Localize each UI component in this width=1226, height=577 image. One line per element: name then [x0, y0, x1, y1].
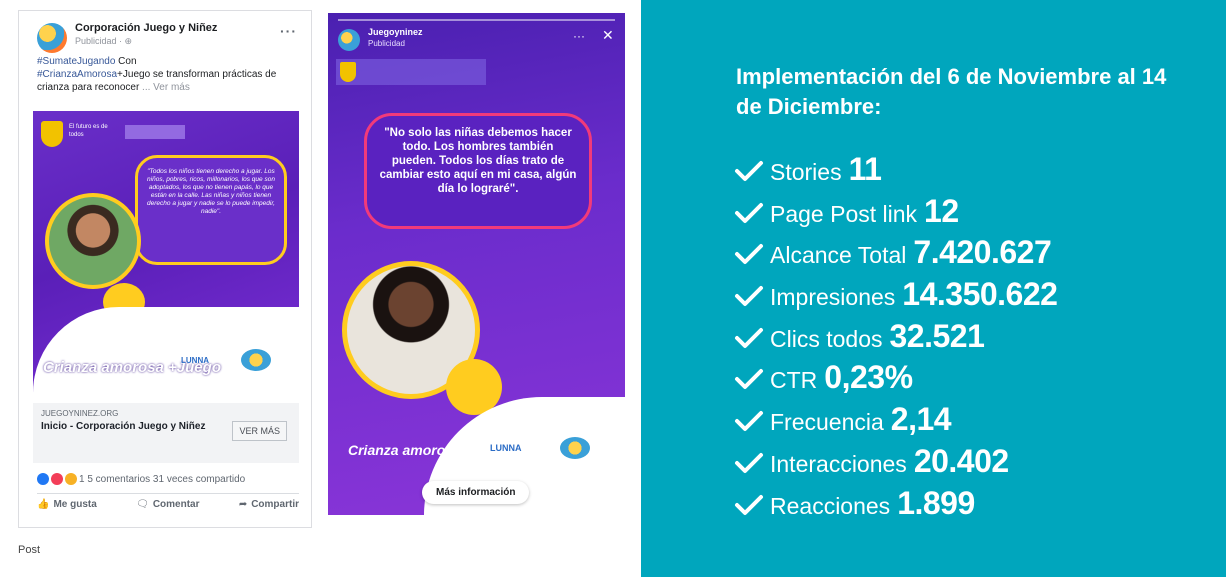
- metrics-list: Stories 11 Page Post link 12 Alcance Total 7.…: [734, 151, 1058, 527]
- see-more-link[interactable]: ... Ver más: [139, 82, 190, 93]
- comment-label: Comentar: [152, 499, 200, 510]
- instagram-story-mockup[interactable]: Juegoyninez Publicidad ··· ✕ "No solo la…: [328, 13, 625, 515]
- gov-banner: [125, 125, 185, 139]
- colombia-crest-icon: [340, 62, 356, 82]
- metric-value: 14.350.622: [902, 276, 1058, 313]
- juego-ninez-logo: [560, 437, 590, 459]
- comment-icon: 🗨: [136, 499, 149, 510]
- metric-item: Page Post link 12: [734, 193, 1057, 235]
- metric-label: Stories: [770, 159, 842, 185]
- metric-label: Alcance Total: [770, 242, 907, 269]
- link-preview[interactable]: JUEGOYNINEZ.ORG Inicio - Corporación Jue…: [33, 403, 299, 463]
- metric-label: Interacciones: [770, 450, 907, 477]
- metric-value: 12: [924, 192, 959, 229]
- metric-label: Clics todos: [770, 325, 883, 352]
- story-sponsored-label: Publicidad: [368, 39, 405, 48]
- metric-label: Frecuencia: [770, 409, 884, 436]
- checkmark-icon: [734, 160, 770, 187]
- checkmark-icon: [734, 452, 770, 479]
- haha-reaction-icon: [65, 473, 77, 485]
- link-title[interactable]: Inicio - Corporación Juego y Niñez: [41, 420, 211, 433]
- metric-value: 11: [848, 151, 882, 187]
- post-text-part: Con: [115, 56, 137, 67]
- metric-item: Reacciones 1.899: [734, 485, 1057, 527]
- metric-label: Impresiones: [770, 284, 896, 311]
- like-button[interactable]: 👍 Me gusta: [37, 499, 97, 510]
- love-reaction-icon: [51, 473, 63, 485]
- checkmark-icon: [734, 410, 770, 437]
- post-header: Corporación Juego y Niñez Publicidad · ⊕…: [19, 11, 311, 55]
- like-reaction-icon: [37, 473, 49, 485]
- more-info-button[interactable]: Más información: [422, 481, 530, 504]
- link-domain: JUEGOYNINEZ.ORG: [41, 409, 119, 418]
- quote-text: "No solo las niñas debemos hacer todo. L…: [379, 127, 577, 195]
- reactions-bar[interactable]: 1 5 comentarios 31 veces compartido: [37, 473, 299, 485]
- metric-label: CTR: [770, 367, 818, 394]
- more-options-icon[interactable]: ···: [280, 23, 297, 39]
- metric-value: 20.402: [913, 442, 1009, 479]
- lunna-logo: LUNNA: [490, 443, 522, 453]
- thumbs-up-icon: 👍: [37, 499, 50, 510]
- story-account-name[interactable]: Juegoyninez: [368, 27, 423, 37]
- reactions-summary[interactable]: 1 5 comentarios 31 veces compartido: [79, 474, 245, 485]
- gov-slogan: El futuro es de todos: [69, 124, 108, 138]
- hashtag-link[interactable]: #SumateJugando: [37, 56, 115, 67]
- sponsored-label: Publicidad · ⊕: [75, 36, 133, 46]
- metric-item: Frecuencia 2,14: [734, 401, 1057, 443]
- facebook-post-mockup: Corporación Juego y Niñez Publicidad · ⊕…: [18, 10, 312, 528]
- quote-bubble: "Todos los niños tienen derecho a jugar.…: [135, 155, 287, 265]
- page: Corporación Juego y Niñez Publicidad · ⊕…: [0, 0, 1226, 577]
- hashtag-link[interactable]: #CrianzaAmorosa: [37, 69, 117, 80]
- checkmark-icon: [734, 327, 770, 354]
- metric-item: CTR 0,23%: [734, 359, 1057, 401]
- see-more-button[interactable]: VER MÁS: [232, 421, 287, 441]
- comment-button[interactable]: 🗨 Comentar: [136, 499, 199, 510]
- metric-label: Page Post link: [770, 200, 918, 227]
- quote-text: "Todos los niños tienen derecho a jugar.…: [147, 168, 275, 215]
- metric-item: Stories 11: [734, 151, 1057, 193]
- metric-item: Impresiones 14.350.622: [734, 276, 1058, 318]
- results-panel: Implementación del 6 de Noviembre al 14 …: [641, 0, 1226, 577]
- metric-value: 7.420.627: [913, 234, 1052, 271]
- share-button[interactable]: ➦ Compartir: [239, 499, 299, 510]
- colombia-crest-icon: [41, 121, 63, 147]
- gov-banner: [336, 59, 486, 85]
- metric-item: Interacciones 20.402: [734, 443, 1057, 485]
- checkmark-icon: [734, 368, 770, 395]
- story-avatar[interactable]: [338, 29, 360, 51]
- page-name[interactable]: Corporación Juego y Niñez: [75, 21, 301, 35]
- metric-value: 0,23%: [824, 359, 913, 396]
- share-icon: ➦: [238, 499, 248, 510]
- post-actions: 👍 Me gusta 🗨 Comentar ➦ Compartir: [37, 499, 299, 510]
- quote-bubble: "No solo las niñas debemos hacer todo. L…: [364, 113, 592, 229]
- metric-value: 2,14: [890, 401, 952, 438]
- post-creative-image[interactable]: El futuro es de todos "Todos los niños t…: [33, 111, 299, 393]
- story-progress-bar: [338, 19, 615, 21]
- post-caption: Post: [18, 544, 41, 556]
- child-photo: [45, 193, 141, 289]
- share-label: Compartir: [251, 499, 299, 510]
- checkmark-icon: [734, 243, 770, 270]
- lunna-logo: LUNNA: [181, 356, 209, 365]
- like-label: Me gusta: [53, 499, 97, 510]
- checkmark-icon: [734, 494, 770, 521]
- checkmark-icon: [734, 202, 770, 229]
- divider: [37, 493, 299, 494]
- metric-value: 1.899: [897, 484, 975, 521]
- metric-item: Alcance Total 7.420.627: [734, 234, 1057, 276]
- metric-label: Reacciones: [770, 492, 891, 519]
- juego-ninez-logo: [241, 349, 271, 371]
- page-avatar[interactable]: [37, 23, 67, 53]
- close-icon[interactable]: ✕: [602, 27, 614, 44]
- checkmark-icon: [734, 285, 770, 312]
- metric-item: Clics todos 32.521: [734, 318, 1057, 360]
- panel-title: Implementación del 6 de Noviembre al 14 …: [736, 64, 1167, 119]
- story-more-icon[interactable]: ···: [573, 29, 585, 43]
- post-text: #SumateJugando Con #CrianzaAmorosa+Juego…: [19, 55, 311, 107]
- metric-value: 32.521: [889, 317, 985, 354]
